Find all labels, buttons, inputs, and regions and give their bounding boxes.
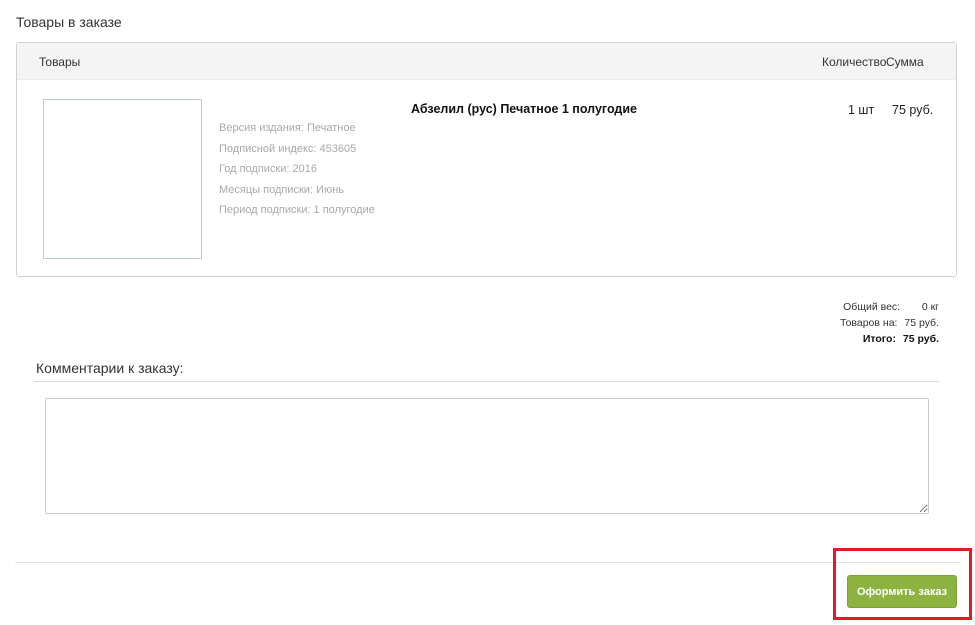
- goods-total-value: 75 руб.: [904, 317, 939, 329]
- order-items-title: Товары в заказе: [16, 14, 122, 30]
- total-weight-row: Общий вес: 0 кг: [840, 300, 939, 316]
- order-items-table: Товары Количество Сумма Абзелил (рус) Пе…: [16, 42, 957, 277]
- goods-total-label: Товаров на:: [839, 317, 898, 329]
- footer-divider: [15, 562, 960, 563]
- total-weight-label: Общий вес:: [843, 301, 901, 313]
- property-edition: Версия издания: Печатное: [219, 122, 356, 134]
- order-totals: Общий вес: 0 кг Товаров на: 75 руб. Итог…: [840, 300, 939, 348]
- property-index: Подписной индекс: 453605: [219, 142, 357, 155]
- comments-divider: [34, 381, 939, 382]
- column-header-quantity: Количество: [822, 55, 887, 69]
- property-months: Месяцы подписки: Июнь: [219, 183, 345, 196]
- column-header-goods: Товары: [39, 55, 81, 69]
- comments-textarea[interactable]: [45, 398, 929, 514]
- column-header-sum: Сумма: [886, 55, 924, 69]
- goods-total-row: Товаров на: 75 руб.: [840, 316, 939, 332]
- grand-total-row: Итого: 75 руб.: [840, 332, 939, 348]
- submit-order-button[interactable]: Оформить заказ: [847, 575, 957, 608]
- product-image[interactable]: [43, 99, 202, 259]
- property-period: Период подписки: 1 полугодие: [219, 204, 375, 216]
- comments-title: Комментарии к заказу:: [36, 360, 184, 376]
- grand-total-label: Итого:: [862, 333, 896, 345]
- total-weight-value: 0 кг: [921, 301, 939, 313]
- table-header: Товары Количество Сумма: [17, 43, 956, 80]
- property-year: Год подписки: 2016: [219, 163, 317, 175]
- grand-total-value: 75 руб.: [902, 333, 939, 345]
- product-sum: 75 руб.: [892, 103, 934, 117]
- product-name[interactable]: Абзелил (рус) Печатное 1 полугодие: [411, 102, 637, 116]
- product-quantity: 1 шт: [848, 103, 875, 117]
- product-properties: Версия издания: Печатное Подписной индек…: [219, 121, 375, 224]
